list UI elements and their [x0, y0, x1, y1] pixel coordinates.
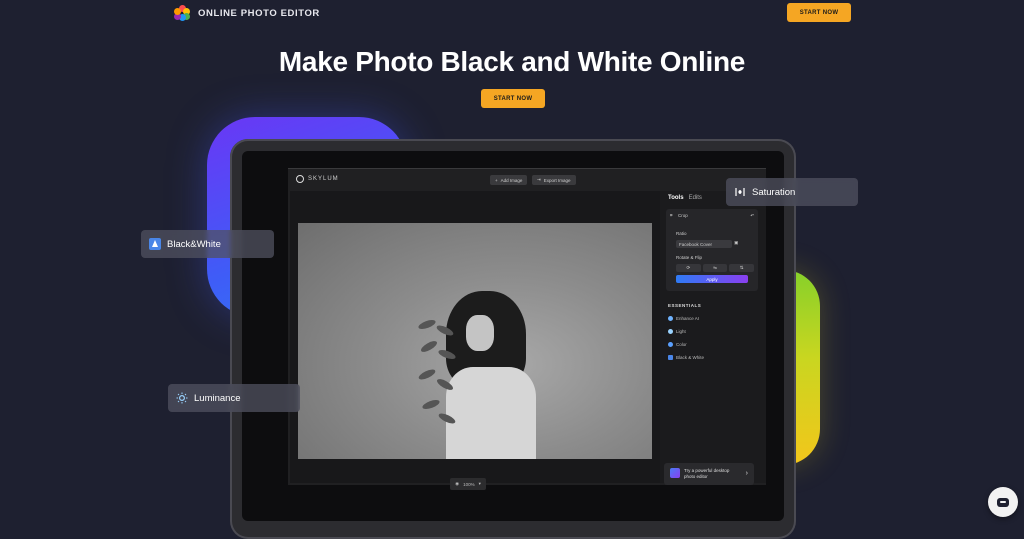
light-icon [668, 329, 673, 334]
skylum-brand-text: SKYLUM [308, 176, 339, 182]
editor-sidebar: Tools Edits ⌗ Crop ↶ Ratio Facebook Cove… [660, 191, 766, 485]
photo-face [466, 315, 494, 351]
crop-panel: ⌗ Crop ↶ Ratio Facebook Cover ▣ Rotate &… [666, 209, 758, 291]
saturation-slider-icon [734, 186, 746, 198]
sidebar-tabs: Tools Edits [668, 195, 702, 201]
tab-edits[interactable]: Edits [689, 195, 702, 201]
zoom-value: 100% [463, 481, 475, 487]
flip-horizontal-icon[interactable]: ⇋ [702, 264, 728, 272]
ratio-label: Ratio [676, 231, 687, 236]
essentials-item-label: Enhance AI [676, 316, 700, 321]
flower-logo-icon [174, 5, 190, 21]
editor-topbar: SKYLUM + Add Image ⇥ Export Image [288, 169, 766, 191]
saturation-chip: Saturation [726, 178, 858, 206]
tab-tools[interactable]: Tools [668, 195, 684, 201]
essentials-title: ESSENTIALS [668, 303, 702, 308]
chevron-right-icon: › [745, 470, 748, 477]
crop-title: Crop [678, 213, 688, 218]
saturation-chip-label: Saturation [752, 186, 796, 198]
zoom-control[interactable]: ◉ 100% ▾ [450, 478, 486, 490]
aspect-icon[interactable]: ▣ [734, 240, 738, 246]
essentials-item-label: Light [676, 329, 686, 334]
photo-plant [417, 318, 458, 451]
luminance-chip-label: Luminance [194, 392, 241, 404]
essentials-item-black-white[interactable]: Black & White [668, 355, 704, 360]
plus-icon: + [495, 177, 498, 183]
crop-icon: ⌗ [670, 213, 673, 218]
rotate-icon[interactable]: ⟳ [676, 264, 701, 272]
rotate-label: Rotate & Flip [676, 255, 703, 260]
editor-app: SKYLUM + Add Image ⇥ Export Image ◉ 100%… [288, 168, 766, 490]
essentials-item-light[interactable]: Light [668, 329, 686, 334]
chat-bubble-icon [997, 497, 1009, 507]
enhance-icon [668, 316, 673, 321]
skylum-brand: SKYLUM [296, 175, 339, 183]
export-image-button[interactable]: ⇥ Export Image [532, 175, 576, 185]
apply-button[interactable]: Apply [676, 275, 748, 283]
black-white-chip-label: Black&White [167, 238, 221, 250]
essentials-item-label: Black & White [676, 355, 705, 360]
black-white-chip: Black&White [141, 230, 274, 258]
chevron-down-icon: ▾ [478, 481, 481, 486]
add-image-button[interactable]: + Add Image [490, 175, 528, 185]
export-icon: ⇥ [537, 177, 541, 182]
skylum-logo-icon [296, 175, 304, 183]
hero-start-now-button[interactable]: START NOW [481, 89, 545, 108]
ratio-select[interactable]: Facebook Cover [676, 240, 732, 248]
luminar-app-icon [670, 468, 680, 478]
photo-shirt [446, 367, 536, 459]
canvas-area: ◉ 100% ▾ [290, 191, 660, 490]
color-icon [668, 342, 673, 347]
bw-icon [668, 355, 673, 360]
undo-icon[interactable]: ↶ [750, 213, 754, 219]
header-start-now-button[interactable]: START NOW [787, 3, 851, 22]
chat-button[interactable] [988, 487, 1018, 517]
logo-text: ONLINE PHOTO EDITOR [198, 7, 320, 19]
export-image-label: Export Image [543, 177, 571, 183]
essentials-item-enhance[interactable]: Enhance AI [668, 316, 699, 321]
luminance-chip: Luminance [168, 384, 300, 412]
flip-vertical-icon[interactable]: ⇅ [729, 264, 755, 272]
essentials-item-color[interactable]: Color [668, 342, 687, 347]
sun-icon [176, 392, 188, 404]
desktop-promo[interactable]: Try a powerful desktop photo editor › [664, 463, 754, 485]
eye-icon: ◉ [455, 481, 460, 486]
ratio-value: Facebook Cover [679, 241, 713, 247]
site-logo[interactable]: ONLINE PHOTO EDITOR [174, 4, 320, 22]
essentials-item-label: Color [676, 342, 687, 347]
rotate-flip-buttons: ⟳ ⇋ ⇅ [676, 264, 755, 272]
hero-title: Make Photo Black and White Online [278, 46, 746, 77]
promo-text: Try a powerful desktop photo editor [684, 468, 730, 479]
bw-photo[interactable] [298, 223, 652, 459]
bw-triangle-icon [149, 238, 161, 250]
add-image-label: Add Image [500, 177, 523, 183]
